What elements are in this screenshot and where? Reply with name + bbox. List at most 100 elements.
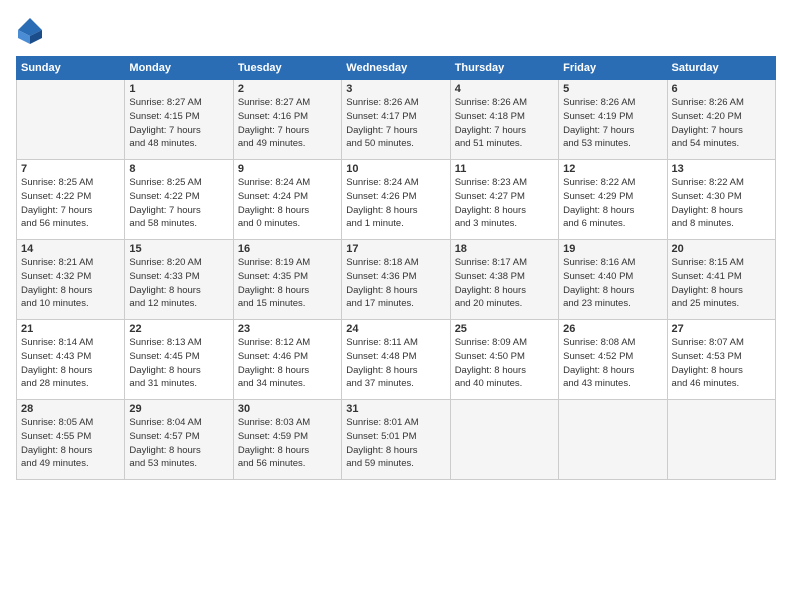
day-info: Sunrise: 8:07 AMSunset: 4:53 PMDaylight:… (672, 336, 771, 391)
day-number: 8 (129, 163, 228, 175)
main-container: SundayMondayTuesdayWednesdayThursdayFrid… (0, 0, 792, 490)
calendar-cell: 14Sunrise: 8:21 AMSunset: 4:32 PMDayligh… (17, 240, 125, 320)
logo (16, 16, 48, 44)
day-number: 28 (21, 403, 120, 415)
day-info: Sunrise: 8:26 AMSunset: 4:18 PMDaylight:… (455, 96, 554, 151)
calendar-cell: 24Sunrise: 8:11 AMSunset: 4:48 PMDayligh… (342, 320, 450, 400)
calendar-cell: 15Sunrise: 8:20 AMSunset: 4:33 PMDayligh… (125, 240, 233, 320)
weekday-header-saturday: Saturday (667, 57, 775, 80)
day-info: Sunrise: 8:19 AMSunset: 4:35 PMDaylight:… (238, 256, 337, 311)
day-info: Sunrise: 8:15 AMSunset: 4:41 PMDaylight:… (672, 256, 771, 311)
calendar-cell: 20Sunrise: 8:15 AMSunset: 4:41 PMDayligh… (667, 240, 775, 320)
weekday-header-friday: Friday (559, 57, 667, 80)
day-number: 5 (563, 83, 662, 95)
calendar-cell: 21Sunrise: 8:14 AMSunset: 4:43 PMDayligh… (17, 320, 125, 400)
day-info: Sunrise: 8:24 AMSunset: 4:26 PMDaylight:… (346, 176, 445, 231)
day-info: Sunrise: 8:21 AMSunset: 4:32 PMDaylight:… (21, 256, 120, 311)
day-info: Sunrise: 8:24 AMSunset: 4:24 PMDaylight:… (238, 176, 337, 231)
day-number: 11 (455, 163, 554, 175)
calendar-table: SundayMondayTuesdayWednesdayThursdayFrid… (16, 56, 776, 480)
day-number: 14 (21, 243, 120, 255)
day-info: Sunrise: 8:16 AMSunset: 4:40 PMDaylight:… (563, 256, 662, 311)
day-info: Sunrise: 8:26 AMSunset: 4:17 PMDaylight:… (346, 96, 445, 151)
logo-icon (16, 16, 44, 44)
day-number: 26 (563, 323, 662, 335)
day-number: 2 (238, 83, 337, 95)
day-number: 16 (238, 243, 337, 255)
day-number: 4 (455, 83, 554, 95)
calendar-cell: 9Sunrise: 8:24 AMSunset: 4:24 PMDaylight… (233, 160, 341, 240)
calendar-cell: 31Sunrise: 8:01 AMSunset: 5:01 PMDayligh… (342, 400, 450, 480)
day-number: 25 (455, 323, 554, 335)
calendar-cell: 23Sunrise: 8:12 AMSunset: 4:46 PMDayligh… (233, 320, 341, 400)
day-number: 27 (672, 323, 771, 335)
day-info: Sunrise: 8:27 AMSunset: 4:16 PMDaylight:… (238, 96, 337, 151)
calendar-cell: 8Sunrise: 8:25 AMSunset: 4:22 PMDaylight… (125, 160, 233, 240)
day-number: 7 (21, 163, 120, 175)
day-number: 20 (672, 243, 771, 255)
day-number: 10 (346, 163, 445, 175)
weekday-header-sunday: Sunday (17, 57, 125, 80)
day-info: Sunrise: 8:11 AMSunset: 4:48 PMDaylight:… (346, 336, 445, 391)
calendar-cell: 25Sunrise: 8:09 AMSunset: 4:50 PMDayligh… (450, 320, 558, 400)
day-info: Sunrise: 8:25 AMSunset: 4:22 PMDaylight:… (21, 176, 120, 231)
calendar-cell (559, 400, 667, 480)
day-info: Sunrise: 8:14 AMSunset: 4:43 PMDaylight:… (21, 336, 120, 391)
week-row-2: 7Sunrise: 8:25 AMSunset: 4:22 PMDaylight… (17, 160, 776, 240)
day-info: Sunrise: 8:26 AMSunset: 4:20 PMDaylight:… (672, 96, 771, 151)
day-info: Sunrise: 8:03 AMSunset: 4:59 PMDaylight:… (238, 416, 337, 471)
day-info: Sunrise: 8:08 AMSunset: 4:52 PMDaylight:… (563, 336, 662, 391)
calendar-cell: 27Sunrise: 8:07 AMSunset: 4:53 PMDayligh… (667, 320, 775, 400)
day-info: Sunrise: 8:22 AMSunset: 4:30 PMDaylight:… (672, 176, 771, 231)
calendar-cell: 29Sunrise: 8:04 AMSunset: 4:57 PMDayligh… (125, 400, 233, 480)
day-number: 9 (238, 163, 337, 175)
day-number: 13 (672, 163, 771, 175)
day-info: Sunrise: 8:01 AMSunset: 5:01 PMDaylight:… (346, 416, 445, 471)
calendar-cell: 30Sunrise: 8:03 AMSunset: 4:59 PMDayligh… (233, 400, 341, 480)
day-number: 21 (21, 323, 120, 335)
day-number: 17 (346, 243, 445, 255)
day-number: 15 (129, 243, 228, 255)
day-number: 6 (672, 83, 771, 95)
day-number: 19 (563, 243, 662, 255)
day-info: Sunrise: 8:18 AMSunset: 4:36 PMDaylight:… (346, 256, 445, 311)
calendar-cell: 11Sunrise: 8:23 AMSunset: 4:27 PMDayligh… (450, 160, 558, 240)
calendar-cell: 13Sunrise: 8:22 AMSunset: 4:30 PMDayligh… (667, 160, 775, 240)
weekday-header-row: SundayMondayTuesdayWednesdayThursdayFrid… (17, 57, 776, 80)
day-number: 12 (563, 163, 662, 175)
week-row-1: 1Sunrise: 8:27 AMSunset: 4:15 PMDaylight… (17, 80, 776, 160)
calendar-cell: 7Sunrise: 8:25 AMSunset: 4:22 PMDaylight… (17, 160, 125, 240)
calendar-cell: 12Sunrise: 8:22 AMSunset: 4:29 PMDayligh… (559, 160, 667, 240)
weekday-header-monday: Monday (125, 57, 233, 80)
day-number: 22 (129, 323, 228, 335)
calendar-cell (450, 400, 558, 480)
week-row-4: 21Sunrise: 8:14 AMSunset: 4:43 PMDayligh… (17, 320, 776, 400)
day-info: Sunrise: 8:23 AMSunset: 4:27 PMDaylight:… (455, 176, 554, 231)
calendar-cell (667, 400, 775, 480)
calendar-cell: 4Sunrise: 8:26 AMSunset: 4:18 PMDaylight… (450, 80, 558, 160)
calendar-cell: 22Sunrise: 8:13 AMSunset: 4:45 PMDayligh… (125, 320, 233, 400)
day-info: Sunrise: 8:22 AMSunset: 4:29 PMDaylight:… (563, 176, 662, 231)
calendar-cell: 3Sunrise: 8:26 AMSunset: 4:17 PMDaylight… (342, 80, 450, 160)
day-info: Sunrise: 8:09 AMSunset: 4:50 PMDaylight:… (455, 336, 554, 391)
calendar-cell: 6Sunrise: 8:26 AMSunset: 4:20 PMDaylight… (667, 80, 775, 160)
day-info: Sunrise: 8:13 AMSunset: 4:45 PMDaylight:… (129, 336, 228, 391)
calendar-cell: 28Sunrise: 8:05 AMSunset: 4:55 PMDayligh… (17, 400, 125, 480)
day-number: 31 (346, 403, 445, 415)
day-info: Sunrise: 8:27 AMSunset: 4:15 PMDaylight:… (129, 96, 228, 151)
day-info: Sunrise: 8:25 AMSunset: 4:22 PMDaylight:… (129, 176, 228, 231)
week-row-5: 28Sunrise: 8:05 AMSunset: 4:55 PMDayligh… (17, 400, 776, 480)
calendar-cell: 2Sunrise: 8:27 AMSunset: 4:16 PMDaylight… (233, 80, 341, 160)
header (16, 16, 776, 44)
day-info: Sunrise: 8:12 AMSunset: 4:46 PMDaylight:… (238, 336, 337, 391)
day-info: Sunrise: 8:26 AMSunset: 4:19 PMDaylight:… (563, 96, 662, 151)
calendar-cell: 5Sunrise: 8:26 AMSunset: 4:19 PMDaylight… (559, 80, 667, 160)
day-info: Sunrise: 8:17 AMSunset: 4:38 PMDaylight:… (455, 256, 554, 311)
day-info: Sunrise: 8:04 AMSunset: 4:57 PMDaylight:… (129, 416, 228, 471)
day-number: 18 (455, 243, 554, 255)
day-info: Sunrise: 8:20 AMSunset: 4:33 PMDaylight:… (129, 256, 228, 311)
calendar-cell: 19Sunrise: 8:16 AMSunset: 4:40 PMDayligh… (559, 240, 667, 320)
weekday-header-tuesday: Tuesday (233, 57, 341, 80)
day-number: 23 (238, 323, 337, 335)
calendar-cell: 10Sunrise: 8:24 AMSunset: 4:26 PMDayligh… (342, 160, 450, 240)
